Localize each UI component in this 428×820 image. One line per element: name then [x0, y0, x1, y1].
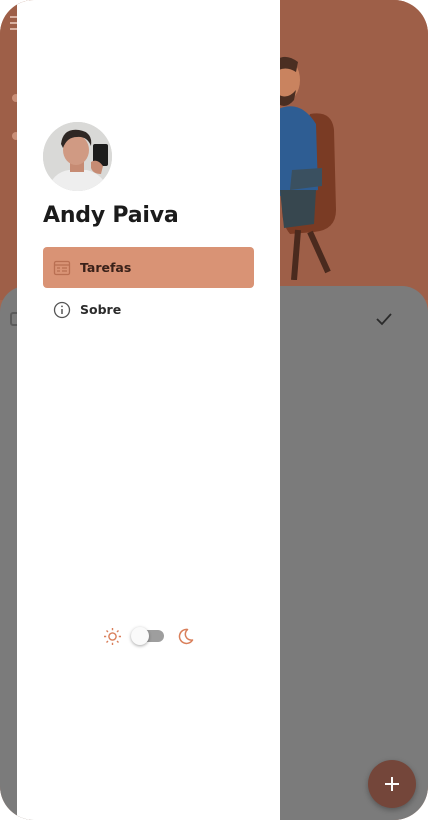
nav-item-tarefas[interactable]: Tarefas — [43, 247, 254, 288]
add-task-button[interactable] — [368, 760, 416, 808]
nav-item-sobre[interactable]: Sobre — [43, 289, 254, 330]
avatar — [43, 122, 112, 191]
nav-item-label: Tarefas — [80, 260, 132, 275]
task-list-icon — [53, 259, 71, 277]
info-icon — [53, 301, 71, 319]
check-icon[interactable] — [374, 310, 394, 328]
navigation-drawer: Andy Paiva Tarefas Sobre — [17, 0, 280, 820]
plus-icon — [385, 777, 399, 791]
user-name: Andy Paiva — [43, 203, 179, 228]
toggle-knob — [131, 627, 149, 645]
dark-mode-toggle[interactable] — [131, 627, 164, 645]
moon-icon — [176, 627, 195, 646]
nav-item-label: Sobre — [80, 302, 122, 317]
theme-switcher — [103, 626, 195, 646]
sun-icon — [103, 627, 122, 646]
app-screen: Andy Paiva Tarefas Sobre — [0, 0, 428, 820]
